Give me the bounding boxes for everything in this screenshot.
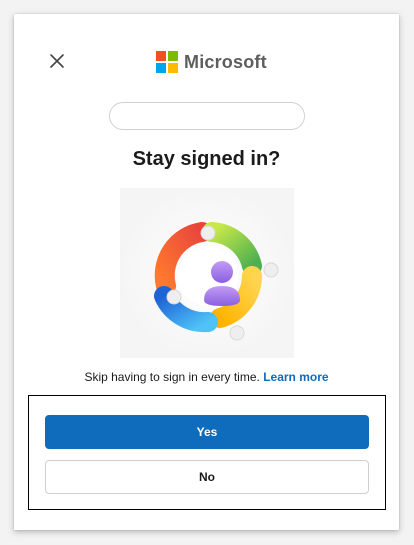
person-circle-arrows-icon — [120, 188, 294, 358]
skip-text: Skip having to sign in every time. — [84, 370, 260, 384]
page-title: Stay signed in? — [132, 148, 281, 170]
yes-button[interactable]: Yes — [45, 415, 369, 449]
learn-more-link[interactable]: Learn more — [263, 370, 328, 384]
skip-description: Skip having to sign in every time. Learn… — [14, 370, 399, 384]
sign-in-dialog: Microsoft Stay signed in? Skip having to… — [14, 14, 399, 530]
close-icon[interactable] — [48, 52, 66, 70]
microsoft-logo-icon — [156, 51, 178, 73]
no-button[interactable]: No — [45, 460, 369, 494]
microsoft-brand: Microsoft — [156, 51, 267, 73]
account-pill[interactable] — [109, 102, 305, 130]
brand-name: Microsoft — [184, 51, 267, 72]
